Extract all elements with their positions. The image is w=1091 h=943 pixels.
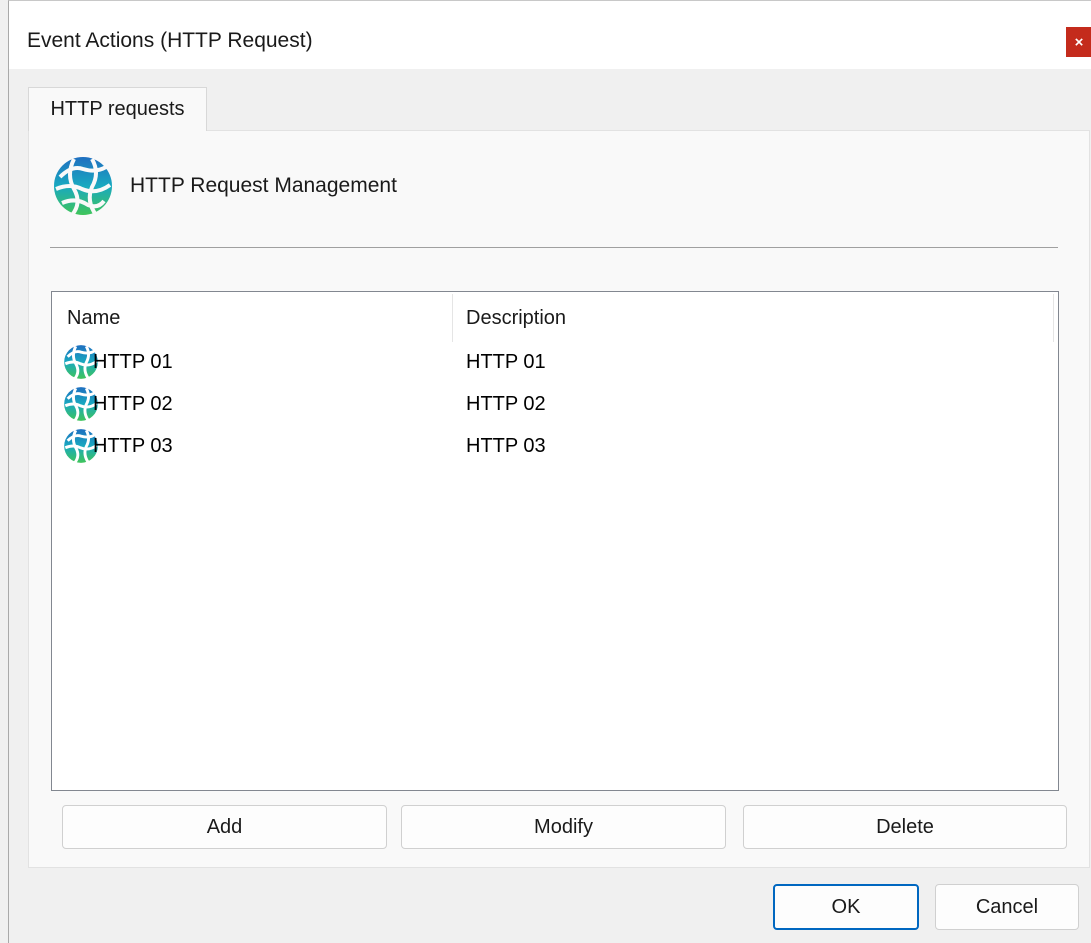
tab-http-requests[interactable]: HTTP requests [28,87,207,131]
modify-button[interactable]: Modify [401,805,726,849]
tab-panel: HTTP Request Management Name Description [28,130,1090,868]
row-name: HTTP 03 [93,435,173,457]
window-title: Event Actions (HTTP Request) [27,29,313,52]
header-title: HTTP Request Management [130,174,397,197]
http-request-list[interactable]: Name Description HTTP 01 HTTP 01 HTTP 02… [51,291,1059,791]
ok-button[interactable]: OK [773,884,919,930]
close-icon: × [1074,33,1084,51]
column-header-description[interactable]: Description [466,292,1056,344]
list-item[interactable]: HTTP 02 HTTP 02 [52,383,1052,425]
header-divider [50,247,1058,248]
row-name: HTTP 02 [93,393,173,415]
cancel-button[interactable]: Cancel [935,884,1079,930]
column-separator[interactable] [452,294,453,342]
tab-label: HTTP requests [50,98,185,120]
title-bar: Event Actions (HTTP Request) × [9,1,1091,69]
column-separator[interactable] [1053,294,1054,342]
close-button[interactable]: × [1066,27,1091,57]
row-description: HTTP 02 [466,393,546,415]
row-name: HTTP 01 [93,351,173,373]
list-item[interactable]: HTTP 01 HTTP 01 [52,341,1052,383]
list-item[interactable]: HTTP 03 HTTP 03 [52,425,1052,467]
row-description: HTTP 01 [466,351,546,373]
delete-button[interactable]: Delete [743,805,1067,849]
dialog-window: Event Actions (HTTP Request) × HTTP requ… [8,0,1091,943]
row-description: HTTP 03 [466,435,546,457]
globe-icon [52,155,114,217]
add-button[interactable]: Add [62,805,387,849]
column-header-name[interactable]: Name [67,292,447,344]
